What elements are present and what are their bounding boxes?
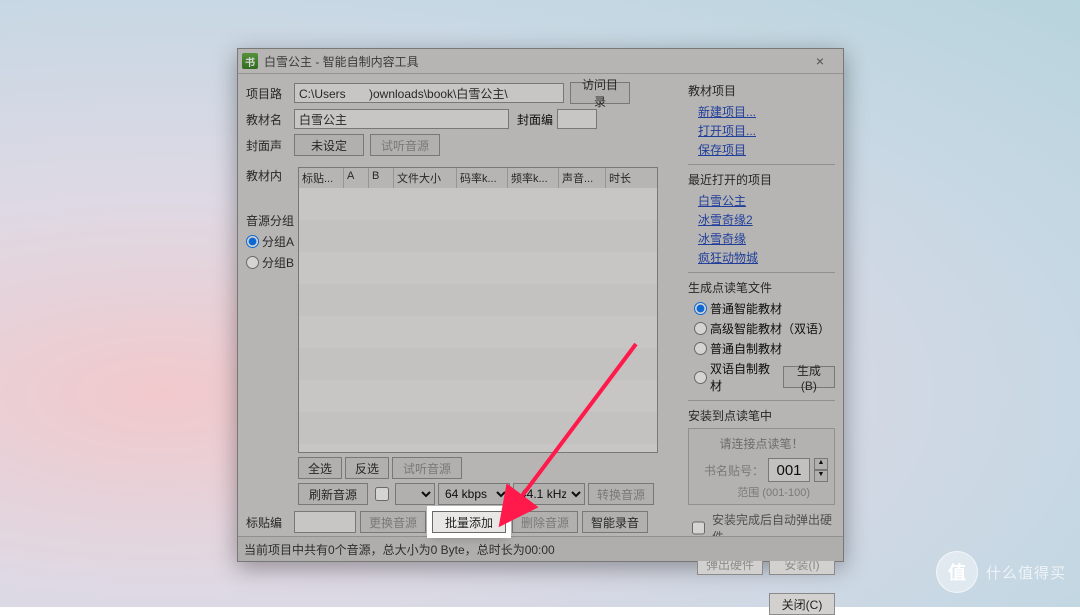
auto-eject-checkbox[interactable]: [692, 521, 705, 535]
freq-select[interactable]: 44.1 kHz: [513, 483, 585, 505]
project-path-label: 项目路: [246, 85, 294, 102]
recent-link[interactable]: 冰雪奇缘2: [698, 211, 835, 228]
open-project-link[interactable]: 打开项目...: [698, 122, 835, 139]
window-title: 白雪公主 - 智能自制内容工具: [264, 53, 801, 70]
book-name-label: 教材名: [246, 111, 294, 128]
content-label: 教材内: [246, 167, 296, 184]
batch-add-button[interactable]: 批量添加: [432, 511, 506, 533]
gen-opt-1[interactable]: 普通智能教材: [694, 300, 835, 317]
book-name-input[interactable]: [294, 109, 509, 129]
install-box: 请连接点读笔！ 书名贴号： 001 ▲ ▼ 范围 (001-100): [688, 428, 835, 505]
radio-group-b[interactable]: 分组B: [246, 254, 296, 271]
bitrate-select[interactable]: 64 kbps: [438, 483, 510, 505]
status-bar: 当前项目中共有0个音源，总大小为0 Byte，总时长为00:00: [238, 536, 843, 561]
cover-sound-label: 封面声: [246, 137, 294, 154]
refresh-audio-button[interactable]: 刷新音源: [298, 483, 368, 505]
recent-section-title: 最近打开的项目: [688, 171, 835, 188]
watermark-text: 什么值得买: [986, 562, 1066, 583]
close-icon[interactable]: ×: [801, 52, 839, 70]
select-inverse-button[interactable]: 反选: [345, 457, 389, 479]
app-window: 书 白雪公主 - 智能自制内容工具 × 项目路 访问目录 教材名 封面编 封面声…: [237, 48, 844, 562]
radio-group-a[interactable]: 分组A: [246, 233, 296, 250]
try-play-button-2: 试听音源: [392, 457, 462, 479]
convert-checkbox[interactable]: [375, 487, 389, 501]
audio-table[interactable]: 标贴... A B 文件大小 码率k... 频率k... 声音... 时长: [298, 167, 658, 453]
watermark: 值 什么值得买: [936, 551, 1066, 593]
save-project-link[interactable]: 保存项目: [698, 141, 835, 158]
visit-dir-button[interactable]: 访问目录: [570, 82, 630, 104]
radio-group-a-input[interactable]: [246, 235, 259, 248]
connect-pen-placeholder: 请连接点读笔！: [695, 435, 828, 452]
table-header: 标贴... A B 文件大小 码率k... 频率k... 声音... 时长: [299, 168, 657, 189]
replace-audio-button: 更换音源: [360, 511, 426, 533]
generate-button[interactable]: 生成(B): [783, 366, 835, 388]
book-number-value: 001: [768, 458, 810, 482]
table-body[interactable]: [299, 188, 657, 452]
smart-record-button[interactable]: 智能录音: [582, 511, 648, 533]
gen-opt-3[interactable]: 普通自制教材: [694, 340, 835, 357]
project-path-input[interactable]: [294, 83, 564, 103]
select-all-button[interactable]: 全选: [298, 457, 342, 479]
status-text: 当前项目中共有0个音源，总大小为0 Byte，总时长为00:00: [244, 541, 555, 558]
radio-group-b-input[interactable]: [246, 256, 259, 269]
delete-audio-button: 删除音源: [512, 511, 578, 533]
recent-link[interactable]: 疯狂动物城: [698, 249, 835, 266]
book-number-label: 书名贴号：: [704, 462, 764, 479]
try-play-button: 试听音源: [370, 134, 440, 156]
cover-img-input[interactable]: [557, 109, 597, 129]
cover-img-label: 封面编: [517, 111, 553, 128]
titlebar: 书 白雪公主 - 智能自制内容工具 ×: [238, 49, 843, 74]
book-number-range: 范围 (001-100): [695, 484, 810, 500]
close-button[interactable]: 关闭(C): [769, 593, 835, 615]
spin-up-button[interactable]: ▲: [814, 458, 828, 470]
convert-audio-button: 转换音源: [588, 483, 654, 505]
recent-link[interactable]: 冰雪奇缘: [698, 230, 835, 247]
recent-link[interactable]: 白雪公主: [698, 192, 835, 209]
generate-section-title: 生成点读笔文件: [688, 279, 835, 296]
tag-label: 标贴编: [246, 514, 294, 531]
new-project-link[interactable]: 新建项目...: [698, 103, 835, 120]
project-section-title: 教材项目: [688, 82, 835, 99]
gen-opt-4[interactable]: 双语自制教材 生成(B): [694, 360, 835, 394]
install-section-title: 安装到点读笔中: [688, 407, 835, 424]
watermark-icon: 值: [936, 551, 978, 593]
app-icon: 书: [242, 53, 258, 69]
gen-opt-2[interactable]: 高级智能教材（双语）: [694, 320, 835, 337]
unknown-select[interactable]: [395, 483, 435, 505]
tag-input[interactable]: [294, 511, 356, 533]
cover-sound-button[interactable]: 未设定: [294, 134, 364, 156]
group-label: 音源分组: [246, 212, 296, 229]
spin-down-button[interactable]: ▼: [814, 470, 828, 482]
